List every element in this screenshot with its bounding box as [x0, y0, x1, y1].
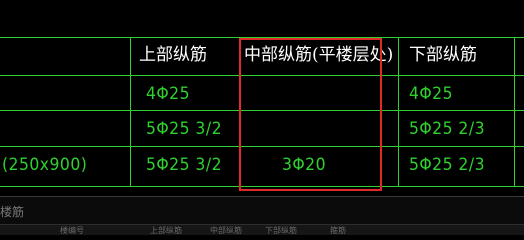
highlight-box [239, 38, 382, 191]
header-upper-rebar: 上部纵筋 [139, 45, 207, 65]
column-header-lower[interactable]: 下部纵筋 [265, 225, 297, 236]
row3-section-size: (250x900) [2, 155, 88, 175]
row2-upper-rebar: 5Φ25 3/2 [146, 119, 222, 139]
header-lower-rebar: 下部纵筋 [409, 45, 477, 65]
bottom-panel-title: 楼筋 [0, 205, 25, 219]
row3-lower-rebar: 5Φ25 2/3 [409, 155, 485, 175]
row2-lower-rebar: 5Φ25 2/3 [409, 119, 485, 139]
column-header-middle[interactable]: 中部纵筋 [210, 225, 242, 236]
column-header-beam-id[interactable]: 楼编号 [60, 225, 84, 236]
row3-upper-rebar: 5Φ25 3/2 [146, 155, 222, 175]
row1-lower-rebar: 4Φ25 [409, 84, 454, 104]
column-header-stirrup[interactable]: 箍筋 [330, 225, 346, 236]
row1-upper-rebar: 4Φ25 [146, 84, 191, 104]
column-header-upper[interactable]: 上部纵筋 [150, 225, 182, 236]
